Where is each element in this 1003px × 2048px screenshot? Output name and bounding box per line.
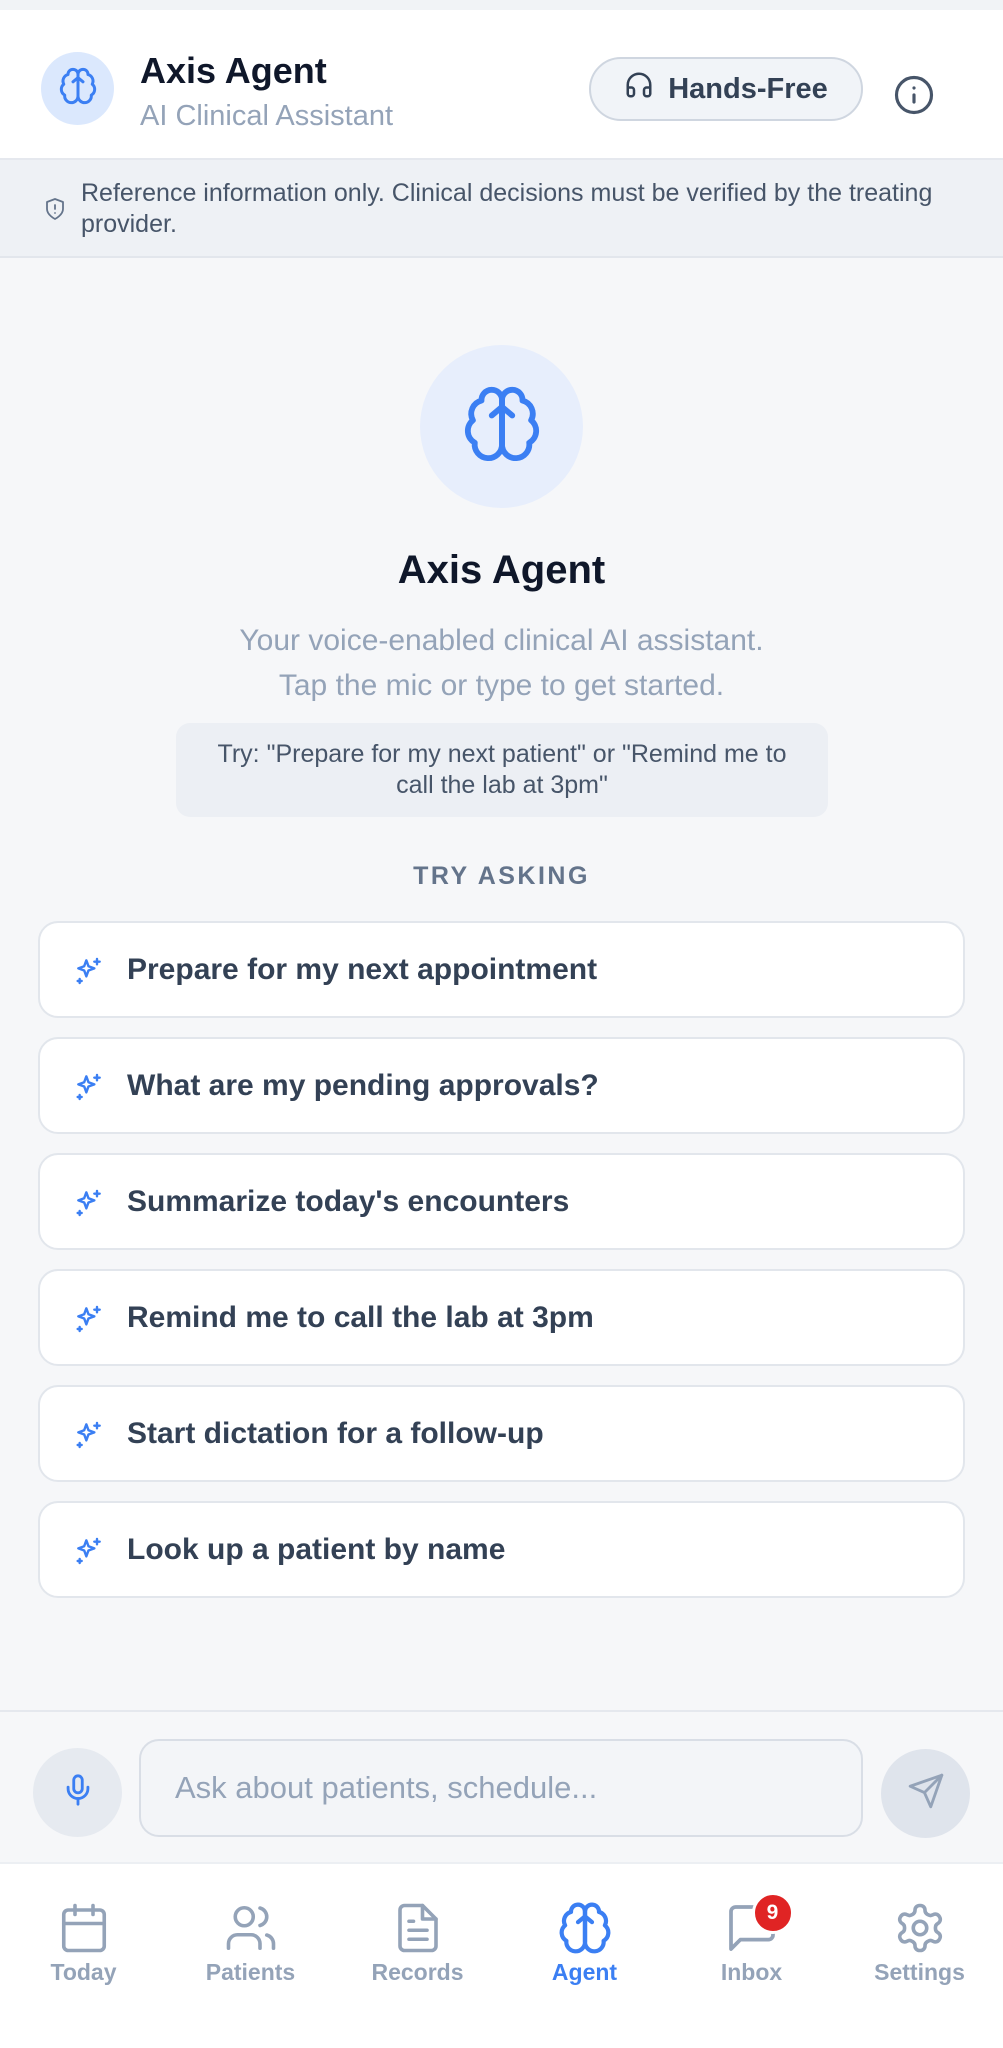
suggestion-button[interactable]: Summarize today's encounters bbox=[38, 1153, 965, 1250]
sparkles-icon bbox=[73, 1303, 105, 1340]
send-button[interactable] bbox=[881, 1749, 970, 1838]
unread-badge: 9 bbox=[751, 1892, 794, 1934]
nav-label: Agent bbox=[551, 1959, 618, 1985]
nav-item-patients[interactable]: Patients bbox=[167, 1864, 334, 2004]
gear-icon bbox=[893, 1898, 947, 1958]
nav-label: Patients bbox=[205, 1959, 296, 1985]
document-icon bbox=[391, 1898, 445, 1958]
users-icon bbox=[224, 1898, 278, 1958]
message-input[interactable] bbox=[141, 1741, 861, 1835]
nav-item-settings[interactable]: Settings bbox=[836, 1864, 1003, 2004]
calendar-icon bbox=[57, 1898, 111, 1958]
info-icon bbox=[893, 74, 935, 121]
disclaimer-banner: Reference information only. Clinical dec… bbox=[0, 160, 1003, 258]
suggestion-label: Start dictation for a follow-up bbox=[127, 1417, 544, 1450]
nav-item-today[interactable]: Today bbox=[0, 1864, 167, 2004]
suggestion-label: What are my pending approvals? bbox=[127, 1069, 599, 1102]
page-title: Axis Agent bbox=[140, 50, 327, 91]
shield-icon bbox=[43, 196, 67, 227]
mic-button[interactable] bbox=[33, 1748, 122, 1837]
chat-icon: 9 bbox=[724, 1892, 794, 1958]
suggestion-label: Summarize today's encounters bbox=[127, 1185, 570, 1218]
headphones-icon bbox=[624, 70, 654, 108]
hero-description-line: Tap the mic or type to get started. bbox=[278, 669, 725, 702]
suggestion-button[interactable]: Start dictation for a follow-up bbox=[38, 1385, 965, 1482]
bottom-nav: Today Patients Records Agent 9 Inbox Set… bbox=[0, 1862, 1003, 2048]
suggestion-button[interactable]: Prepare for my next appointment bbox=[38, 921, 965, 1018]
hero-title: Axis Agent bbox=[397, 548, 606, 592]
sparkles-icon bbox=[73, 1419, 105, 1456]
brain-icon bbox=[557, 1898, 613, 1958]
suggestion-label: Prepare for my next appointment bbox=[127, 953, 598, 986]
hands-free-label: Hands-Free bbox=[668, 72, 828, 105]
brain-icon bbox=[461, 383, 543, 470]
nav-label: Inbox bbox=[720, 1959, 783, 1985]
agent-avatar bbox=[41, 52, 114, 125]
status-strip bbox=[0, 0, 1003, 10]
hero-avatar bbox=[420, 345, 583, 508]
nav-item-records[interactable]: Records bbox=[334, 1864, 501, 2004]
page-subtitle: AI Clinical Assistant bbox=[140, 100, 394, 132]
suggestion-label: Remind me to call the lab at 3pm bbox=[127, 1301, 594, 1334]
suggestion-button[interactable]: Remind me to call the lab at 3pm bbox=[38, 1269, 965, 1366]
message-composer bbox=[0, 1710, 1003, 1862]
info-button[interactable] bbox=[893, 74, 935, 121]
nav-item-inbox[interactable]: 9 Inbox bbox=[668, 1864, 835, 2004]
mic-icon bbox=[61, 1773, 95, 1812]
suggestion-label: Look up a patient by name bbox=[127, 1533, 506, 1566]
suggestion-button[interactable]: Look up a patient by name bbox=[38, 1501, 965, 1598]
hands-free-button[interactable]: Hands-Free bbox=[589, 57, 863, 121]
nav-label: Today bbox=[50, 1959, 117, 1985]
sparkles-icon bbox=[73, 955, 105, 992]
send-icon bbox=[907, 1772, 945, 1815]
nav-label: Records bbox=[371, 1959, 464, 1985]
try-hint: Try: "Prepare for my next patient" or "R… bbox=[176, 723, 828, 817]
hero-description: Your voice-enabled clinical AI assistant… bbox=[0, 618, 1003, 708]
sparkles-icon bbox=[73, 1535, 105, 1572]
app-header: Axis Agent AI Clinical Assistant Hands-F… bbox=[0, 10, 1003, 160]
suggestion-button[interactable]: What are my pending approvals? bbox=[38, 1037, 965, 1134]
sparkles-icon bbox=[73, 1071, 105, 1108]
brain-icon bbox=[58, 66, 98, 111]
section-label: TRY ASKING bbox=[413, 862, 590, 890]
nav-label: Settings bbox=[874, 1959, 965, 1985]
message-input-wrapper bbox=[139, 1739, 863, 1837]
nav-item-agent[interactable]: Agent bbox=[501, 1864, 668, 2004]
disclaimer-text: Reference information only. Clinical dec… bbox=[81, 179, 933, 238]
hero-description-line: Your voice-enabled clinical AI assistant… bbox=[239, 624, 764, 657]
sparkles-icon bbox=[73, 1187, 105, 1224]
